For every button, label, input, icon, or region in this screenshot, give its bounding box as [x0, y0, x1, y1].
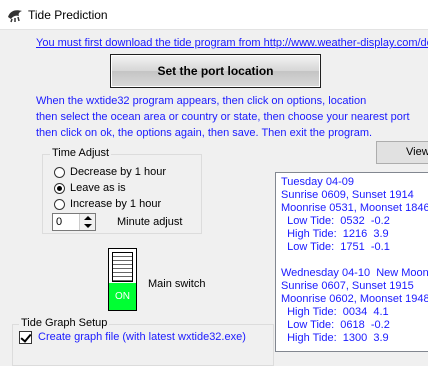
radio-button[interactable]: [54, 182, 65, 194]
tide-line: Tuesday 04-09: [281, 176, 354, 188]
app-icon: [8, 10, 22, 23]
leave-as-is-radio[interactable]: Leave as is: [54, 182, 126, 194]
tide-line: High Tide: 1300 3.9: [281, 332, 389, 344]
window-title: Tide Prediction: [28, 8, 108, 22]
minute-adjust-spinner[interactable]: 0: [52, 213, 96, 231]
radio-button[interactable]: [54, 198, 65, 210]
tide-line: High Tide: 0034 4.1: [281, 306, 389, 318]
radio-label: Leave as is: [70, 182, 126, 194]
tide-line: Low Tide: 0618 -0.2: [281, 319, 390, 331]
set-port-location-button[interactable]: Set the port location: [110, 54, 321, 88]
tide-line: Low Tide: 0532 -0.2: [281, 215, 390, 227]
radio-label: Decrease by 1 hour: [70, 166, 166, 178]
create-graph-checkbox[interactable]: [19, 331, 32, 344]
view-button[interactable]: View: [376, 141, 428, 164]
main-switch[interactable]: ON: [108, 248, 137, 311]
tide-line: High Tide: 1216 3.9: [281, 228, 389, 240]
spinner-arrows[interactable]: [79, 214, 95, 230]
spin-down-icon[interactable]: [84, 224, 92, 228]
create-graph-label: Create graph file (with latest wxtide32.…: [38, 331, 246, 343]
time-adjust-legend: Time Adjust: [50, 147, 112, 159]
tide-graph-setup-legend: Tide Graph Setup: [19, 317, 110, 329]
tide-line: Moonrise 0531, Moonset 1846: [281, 202, 428, 214]
instruction-line: then select the ocean area or country or…: [36, 111, 410, 123]
decrease-hour-radio[interactable]: Decrease by 1 hour: [54, 166, 166, 178]
tide-list[interactable]: Tuesday 04-09 Sunrise 0609, Sunset 1914 …: [275, 172, 428, 352]
tide-line: Wednesday 04-10 New Moon: [281, 267, 428, 279]
radio-button[interactable]: [54, 166, 65, 178]
tide-line: Sunrise 0609, Sunset 1914: [281, 189, 414, 201]
tide-line: Sunrise 0607, Sunset 1915: [281, 280, 414, 292]
main-switch-label: Main switch: [148, 278, 206, 290]
increase-hour-radio[interactable]: Increase by 1 hour: [54, 198, 161, 210]
minute-adjust-value[interactable]: 0: [56, 216, 62, 228]
tide-line: Moonrise 0602, Moonset 1948: [281, 293, 428, 305]
title-bar: Tide Prediction: [0, 0, 428, 30]
switch-state: ON: [109, 283, 136, 310]
instruction-line: When the wxtide32 program appears, then …: [36, 95, 367, 107]
download-link[interactable]: You must first download the tide program…: [36, 37, 428, 49]
tide-line: Low Tide: 1751 -0.1: [281, 241, 390, 253]
switch-lever-icon[interactable]: [112, 252, 133, 282]
minute-adjust-label: Minute adjust: [117, 216, 183, 228]
radio-label: Increase by 1 hour: [70, 198, 162, 210]
spin-up-icon[interactable]: [84, 216, 92, 220]
instruction-line: then click on ok, the options again, the…: [36, 127, 373, 139]
